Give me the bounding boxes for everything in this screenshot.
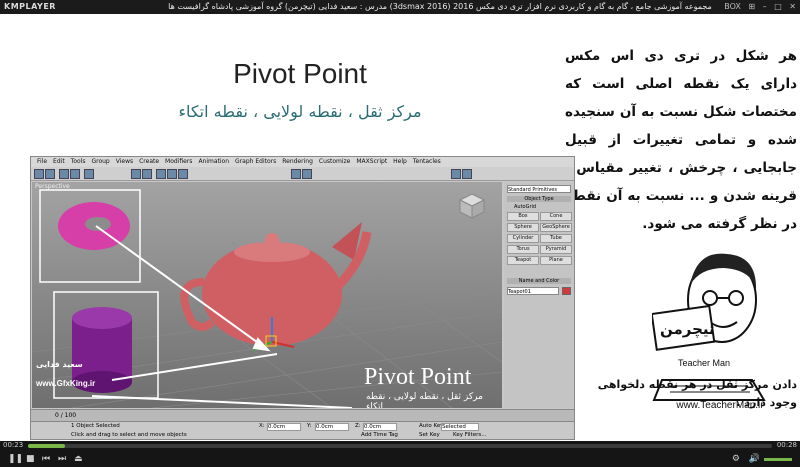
pause-icon[interactable]: ❚❚: [8, 454, 23, 464]
minimize-icon[interactable]: –: [763, 2, 767, 11]
name-color-rollout[interactable]: Name and Color: [507, 278, 571, 284]
stop-icon[interactable]: ■: [26, 454, 35, 464]
window-title: مجموعه آموزشی جامع ، گام به گام و کاربرد…: [168, 2, 712, 11]
menu-customize[interactable]: Customize: [319, 158, 351, 165]
menu-modifiers[interactable]: Modifiers: [165, 158, 192, 165]
menu-tools[interactable]: Tools: [71, 158, 86, 165]
select-by-name-icon[interactable]: [142, 169, 152, 179]
link-icon[interactable]: [59, 169, 69, 179]
next-icon[interactable]: ⏭: [58, 454, 66, 464]
autogrid-checkbox[interactable]: AutoGrid: [514, 204, 536, 210]
maximize-icon[interactable]: □: [774, 2, 782, 11]
menu-tentacles[interactable]: Tentacles: [413, 158, 441, 165]
menu-views[interactable]: Views: [116, 158, 133, 165]
box-label[interactable]: BOX: [724, 2, 741, 11]
watermark-site: www.GfxKing.ir: [36, 379, 96, 388]
select-icon[interactable]: [131, 169, 141, 179]
y-label: Y:: [307, 423, 312, 429]
primitive-geosphere-button[interactable]: GeoSphere: [540, 223, 572, 232]
primitive-sphere-button[interactable]: Sphere: [507, 223, 539, 232]
current-time: 00:23: [3, 441, 24, 449]
keyfilters-button[interactable]: Key Filters...: [453, 432, 486, 438]
setkey-button[interactable]: Set Key: [419, 432, 440, 438]
logo-fa-text: تیچرمن: [660, 320, 715, 339]
player-titlebar: KMPLAYER مجموعه آموزشی جامع ، گام به گام…: [0, 0, 800, 14]
max-menubar: File Edit Tools Group Views Create Modifiers An…: [31, 157, 574, 167]
kmplayer-logo[interactable]: KMPLAYER: [4, 0, 56, 14]
y-field[interactable]: 0.0cm: [315, 423, 349, 431]
eject-icon[interactable]: ⏏: [74, 454, 83, 464]
redo-icon[interactable]: [45, 169, 55, 179]
move-icon[interactable]: [156, 169, 166, 179]
object-name-field[interactable]: Teapot01: [507, 287, 559, 295]
timeline[interactable]: 0 / 100: [31, 409, 574, 421]
volume-slider[interactable]: [764, 458, 792, 461]
slide-subtitle: مرکز ثقل ، نقطه لولایی ، نقطه اتکاء: [178, 102, 422, 121]
selected-dropdown[interactable]: Selected: [441, 423, 479, 431]
overlay-title: Pivot Point: [364, 364, 472, 390]
menu-maxscript[interactable]: MAXScript: [356, 158, 387, 165]
primitive-tube-button[interactable]: Tube: [540, 234, 572, 243]
menu-graph-editors[interactable]: Graph Editors: [235, 158, 276, 165]
scale-icon[interactable]: [178, 169, 188, 179]
3dsmax-window: File Edit Tools Group Views Create Modifiers An…: [30, 156, 575, 440]
menu-rendering[interactable]: Rendering: [282, 158, 313, 165]
pin-icon[interactable]: ⊞: [748, 2, 755, 11]
primitive-teapot-button[interactable]: Teapot: [507, 256, 539, 265]
primitives-dropdown[interactable]: Standard Primitives: [507, 185, 571, 193]
seek-bar[interactable]: [28, 444, 772, 448]
timeline-frame: 0 / 100: [55, 412, 77, 419]
primitive-plane-button[interactable]: Plane: [540, 256, 572, 265]
menu-edit[interactable]: Edit: [53, 158, 65, 165]
prev-icon[interactable]: ⏮: [42, 454, 50, 464]
menu-help[interactable]: Help: [393, 158, 407, 165]
menu-group[interactable]: Group: [91, 158, 109, 165]
status-prompt: Click and drag to select and move object…: [71, 432, 187, 438]
primitive-cylinder-button[interactable]: Cylinder: [507, 234, 539, 243]
primitive-torus-button[interactable]: Torus: [507, 245, 539, 254]
undo-icon[interactable]: [34, 169, 44, 179]
status-bar: 1 Object Selected Click and drag to sele…: [31, 421, 574, 439]
render-icon[interactable]: [462, 169, 472, 179]
unlink-icon[interactable]: [70, 169, 80, 179]
brand-text: Teacher Man: [678, 358, 730, 368]
z-field[interactable]: 0.0cm: [363, 423, 397, 431]
speaker-icon[interactable]: 🔊: [749, 454, 760, 464]
bottom-paragraph: دادن مرکز ثقل در هر نقطه دلخواهی وجود دا…: [597, 378, 797, 409]
command-panel: Standard Primitives Object Type AutoGrid…: [504, 182, 574, 408]
snap-icon[interactable]: [291, 169, 301, 179]
settings-icon[interactable]: ⚙: [732, 454, 740, 464]
status-selection: 1 Object Selected: [71, 423, 120, 429]
video-frame[interactable]: Pivot Point مرکز ثقل ، نقطه لولایی ، نقط…: [0, 14, 800, 441]
menu-create[interactable]: Create: [139, 158, 159, 165]
menu-animation[interactable]: Animation: [198, 158, 229, 165]
x-label: X:: [259, 423, 265, 429]
primitive-pyramid-button[interactable]: Pyramid: [540, 245, 572, 254]
menu-file[interactable]: File: [37, 158, 47, 165]
watermark-name: سعید فدایی: [36, 360, 83, 369]
overlay-subtitle: مرکز ثقل ، نقطه لولایی ، نقطه اتکاء: [366, 392, 483, 408]
render-setup-icon[interactable]: [451, 169, 461, 179]
bind-icon[interactable]: [84, 169, 94, 179]
seek-progress: [28, 444, 66, 448]
z-label: Z:: [355, 423, 361, 429]
perspective-viewport[interactable]: Perspective Pivot Point مرکز ثقل ، نقطه …: [32, 182, 502, 408]
close-icon[interactable]: ✕: [789, 2, 796, 11]
player-controls: 00:23 00:28 ❚❚ ■ ⏮ ⏭ ⏏ ⚙ 🔊: [0, 441, 800, 467]
slide-title: Pivot Point: [233, 58, 367, 89]
max-toolbar: [31, 167, 574, 181]
autokey-button[interactable]: Auto Key: [419, 423, 444, 429]
color-swatch[interactable]: [562, 287, 571, 295]
rotate-icon[interactable]: [167, 169, 177, 179]
primitive-cone-button[interactable]: Cone: [540, 212, 572, 221]
x-field[interactable]: 0.0cm: [267, 423, 301, 431]
object-type-rollout[interactable]: Object Type: [507, 196, 571, 202]
primitive-box-button[interactable]: Box: [507, 212, 539, 221]
angle-snap-icon[interactable]: [302, 169, 312, 179]
add-time-tag[interactable]: Add Time Tag: [361, 432, 398, 438]
description-paragraph: هر شکل در تری دی اس مکس دارای یک نقطه اص…: [565, 48, 797, 232]
end-time: 00:28: [776, 441, 797, 449]
